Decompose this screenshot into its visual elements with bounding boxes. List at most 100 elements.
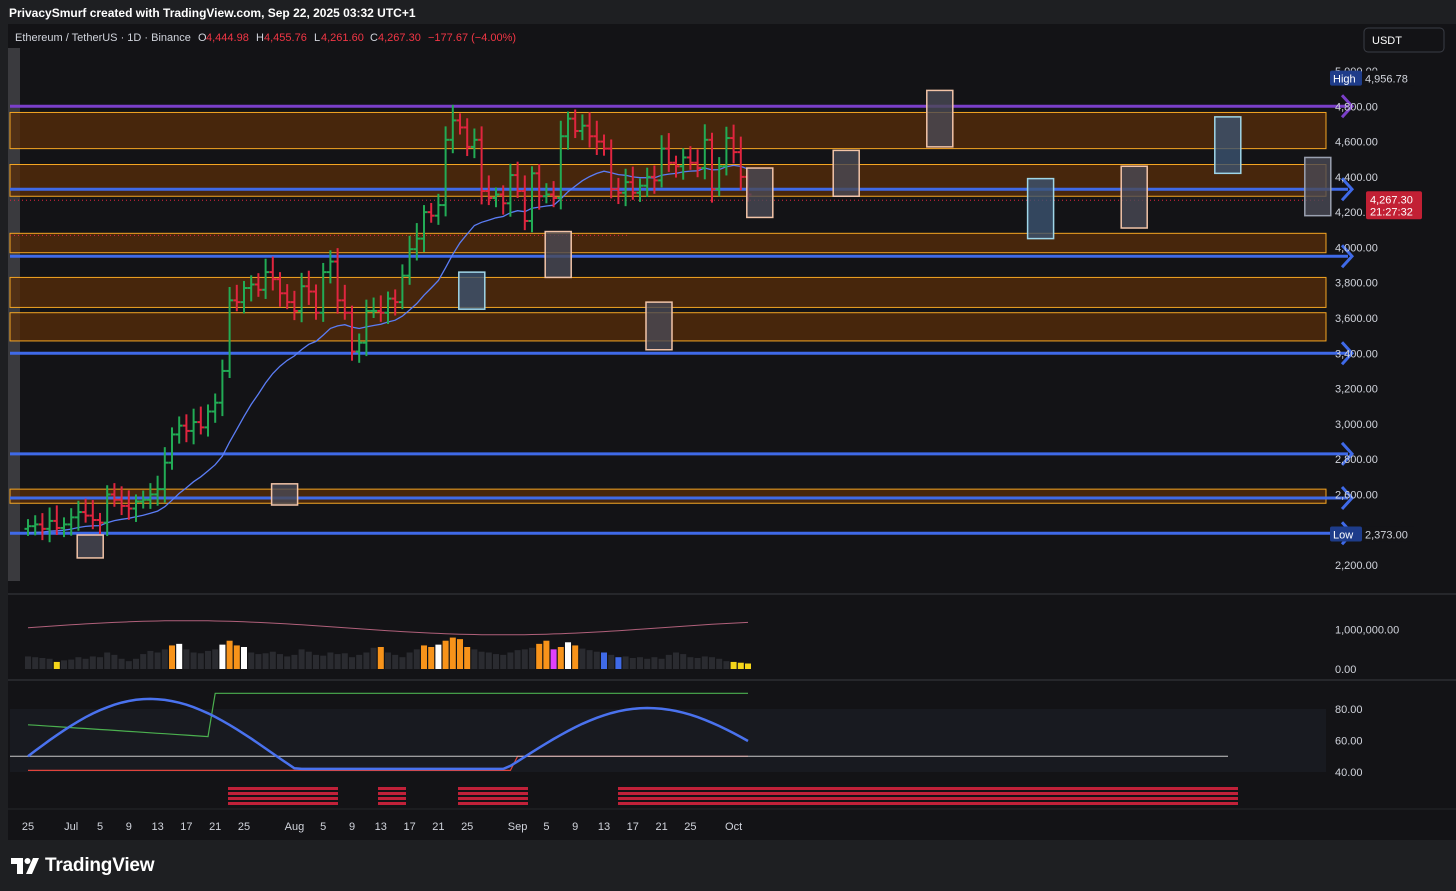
ohlc-bar[interactable] bbox=[434, 193, 442, 225]
volume-bar[interactable] bbox=[442, 640, 449, 669]
volume-bar[interactable] bbox=[190, 652, 197, 670]
volume-bar[interactable] bbox=[507, 652, 514, 670]
volume-bar[interactable] bbox=[291, 654, 298, 669]
ohlc-bar[interactable] bbox=[204, 404, 212, 437]
volume-bar[interactable] bbox=[370, 647, 377, 669]
volume-bar[interactable] bbox=[493, 654, 499, 669]
volume-bar[interactable] bbox=[349, 657, 355, 669]
volume-bar[interactable] bbox=[565, 642, 571, 669]
volume-bar[interactable] bbox=[255, 654, 262, 669]
volume-bar[interactable] bbox=[89, 656, 96, 669]
volume-bar[interactable] bbox=[154, 652, 161, 670]
ohlc-bar[interactable] bbox=[74, 500, 82, 531]
volume-bar[interactable] bbox=[723, 661, 730, 669]
volume-bar[interactable] bbox=[745, 663, 751, 670]
ohlc-bar[interactable] bbox=[197, 406, 205, 435]
volume-bar[interactable] bbox=[521, 649, 528, 669]
volume-bar[interactable] bbox=[680, 654, 687, 669]
order-block-box[interactable] bbox=[926, 89, 954, 148]
ohlc-bar[interactable] bbox=[38, 513, 46, 541]
order-block-box[interactable] bbox=[746, 167, 774, 219]
order-block-box[interactable] bbox=[832, 149, 860, 198]
volume-bar[interactable] bbox=[615, 657, 622, 669]
volume-bar[interactable] bbox=[363, 652, 370, 670]
volume-bar[interactable] bbox=[658, 658, 665, 669]
volume-bar[interactable] bbox=[320, 655, 327, 669]
volume-bar[interactable] bbox=[730, 661, 737, 669]
ohlc-bar[interactable] bbox=[427, 202, 435, 223]
volume-bar[interactable] bbox=[219, 644, 226, 669]
volume-bar[interactable] bbox=[421, 645, 427, 669]
volume-bar[interactable] bbox=[601, 652, 607, 670]
volume-bar[interactable] bbox=[673, 652, 679, 670]
volume-bar[interactable] bbox=[377, 647, 384, 669]
volume-bar[interactable] bbox=[197, 653, 204, 669]
volume-bar[interactable] bbox=[334, 654, 341, 669]
volume-bar[interactable] bbox=[298, 649, 305, 669]
chart-area[interactable]: 1,000,000.000.00 80.0060.0040.00 5,000.0… bbox=[8, 24, 1456, 840]
tradingview-logo[interactable]: TradingView bbox=[11, 855, 155, 877]
ohlc-bar[interactable] bbox=[175, 416, 183, 444]
order-block-box[interactable] bbox=[458, 271, 486, 310]
volume-bar[interactable] bbox=[147, 650, 154, 669]
volume-bar[interactable] bbox=[277, 654, 283, 669]
volume-bar[interactable] bbox=[435, 644, 442, 669]
volume-bar[interactable] bbox=[709, 657, 715, 669]
order-block-box[interactable] bbox=[1304, 156, 1332, 217]
volume-bar[interactable] bbox=[118, 658, 125, 669]
volume-bar[interactable] bbox=[694, 658, 701, 669]
volume-bar[interactable] bbox=[233, 645, 240, 669]
price-chart[interactable]: 1,000,000.000.00 80.0060.0040.00 5,000.0… bbox=[8, 24, 1456, 840]
volume-bar[interactable] bbox=[593, 651, 600, 669]
volume-bar[interactable] bbox=[478, 651, 485, 669]
volume-bar[interactable] bbox=[651, 657, 658, 669]
volume-bar[interactable] bbox=[262, 653, 269, 669]
volume-bar[interactable] bbox=[385, 652, 391, 670]
ohlc-bar[interactable] bbox=[182, 414, 190, 443]
volume-bar[interactable] bbox=[133, 658, 139, 669]
volume-bar[interactable] bbox=[104, 652, 111, 670]
volume-bar[interactable] bbox=[572, 645, 579, 669]
volume-bar[interactable] bbox=[716, 658, 723, 669]
volume-bar[interactable] bbox=[629, 658, 636, 669]
volume-bar[interactable] bbox=[608, 654, 615, 669]
volume-bar[interactable] bbox=[226, 640, 233, 669]
ohlc-bar[interactable] bbox=[218, 359, 226, 417]
volume-bar[interactable] bbox=[557, 647, 564, 669]
volume-bar[interactable] bbox=[413, 649, 420, 669]
volume-bar[interactable] bbox=[327, 652, 334, 670]
volume-bar[interactable] bbox=[464, 647, 471, 669]
volume-bar[interactable] bbox=[586, 650, 593, 669]
volume-bar[interactable] bbox=[457, 639, 463, 669]
volume-bar[interactable] bbox=[68, 659, 75, 669]
volume-bar[interactable] bbox=[399, 657, 406, 669]
ema-line[interactable] bbox=[27, 164, 749, 534]
volume-bar[interactable] bbox=[514, 650, 521, 669]
volume-bar[interactable] bbox=[536, 643, 543, 669]
volume-bar[interactable] bbox=[205, 650, 211, 669]
volume-bar[interactable] bbox=[392, 654, 399, 669]
volume-bar[interactable] bbox=[701, 656, 708, 669]
supply-demand-zone[interactable] bbox=[9, 232, 1327, 254]
volume-bar[interactable] bbox=[61, 660, 67, 669]
volume-bar[interactable] bbox=[341, 653, 348, 669]
volume-bar[interactable] bbox=[665, 654, 672, 669]
volume-bar[interactable] bbox=[644, 658, 651, 669]
volume-bar[interactable] bbox=[637, 657, 643, 669]
volume-bar[interactable] bbox=[284, 656, 291, 669]
order-block-box[interactable] bbox=[76, 534, 104, 559]
order-block-box[interactable] bbox=[645, 301, 673, 351]
order-block-box[interactable] bbox=[1120, 165, 1148, 229]
volume-bar[interactable] bbox=[269, 651, 276, 669]
currency-button[interactable]: USDT bbox=[1363, 27, 1445, 53]
volume-bar[interactable] bbox=[25, 656, 31, 669]
volume-bar[interactable] bbox=[212, 649, 219, 669]
volume-bar[interactable] bbox=[737, 662, 744, 669]
order-block-box[interactable] bbox=[1026, 177, 1055, 240]
ohlc-bar[interactable] bbox=[190, 408, 198, 445]
volume-bar[interactable] bbox=[356, 654, 363, 669]
volume-bar[interactable] bbox=[82, 658, 89, 669]
volume-bar[interactable] bbox=[406, 652, 413, 670]
volume-bar[interactable] bbox=[183, 649, 190, 669]
volume-bar[interactable] bbox=[313, 654, 319, 669]
